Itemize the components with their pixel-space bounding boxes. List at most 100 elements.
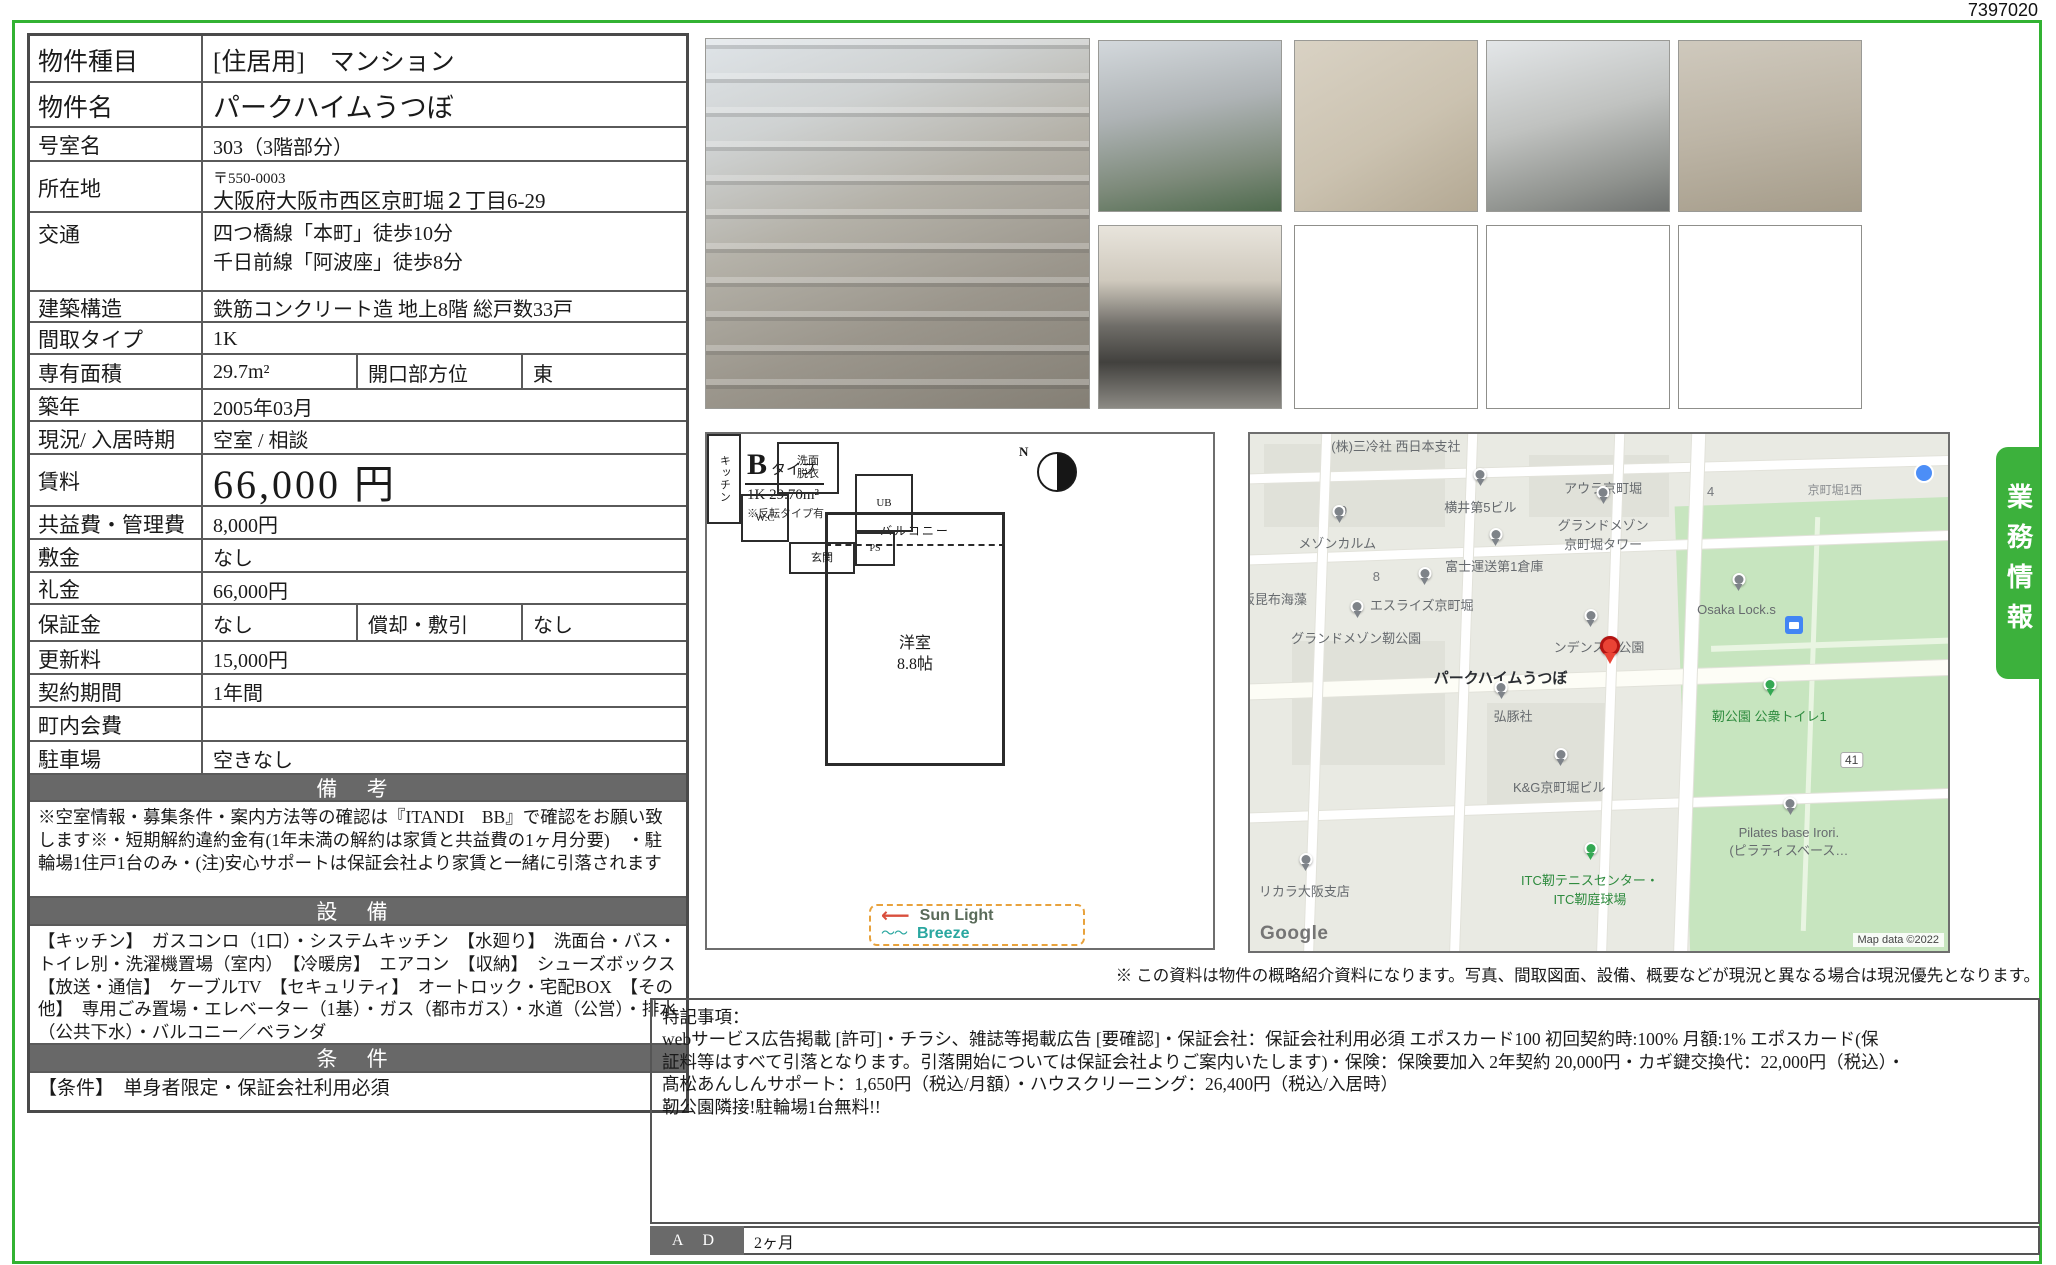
remarks-text: ※空室情報・募集条件・案内方法等の確認は『ITANDI BB』で確認をお願い致し… [30, 800, 686, 896]
floorplan-type-letter: B [747, 448, 767, 481]
floorplan-balcony: バルコニー [825, 512, 1005, 546]
row-label: 号室名 [30, 128, 203, 160]
map-label: 弘豚社 [1494, 706, 1533, 725]
guarantee-value: なし [203, 605, 358, 640]
map-label: グランドメゾン靭公園 [1291, 628, 1421, 647]
table-row-property-type: 物件種目 [住居用] マンション [30, 36, 686, 81]
amortization-value: なし [523, 605, 686, 640]
row-label: 物件名 [30, 83, 203, 126]
special-notes-line: 靭公園隣接!駐輪場1台無料!! [662, 1096, 2028, 1118]
property-location-pin [1600, 636, 1620, 664]
row-label: 賃料 [30, 455, 203, 505]
row-label: 現況/ 入居時期 [30, 422, 203, 453]
photo-placeholder-empty [1294, 225, 1478, 409]
map-pin [1495, 681, 1508, 699]
transit-station-icon [1785, 616, 1803, 634]
google-map[interactable]: (株)三冷社 西日本支社アウラ京町堀4京町堀1西9横井第5ビルグランドメゾン 京… [1248, 432, 1950, 953]
row-label: 物件種目 [30, 36, 203, 81]
opening-direction-label: 開口部方位 [358, 355, 523, 388]
map-pin [1299, 853, 1312, 871]
row-value: [住居用] マンション [203, 36, 686, 81]
ad-value: 2ヶ月 [744, 1226, 2040, 1255]
room-label: 洋室 8.8帖 [828, 634, 1002, 676]
photo-building-side [1098, 40, 1282, 212]
photo-placeholder-empty [1486, 225, 1670, 409]
address-line: 大阪府大阪市西区京町堀２丁目6-29 [213, 189, 546, 213]
row-value: 66,000円 [203, 573, 686, 603]
map-poi-icon [1914, 463, 1934, 483]
map-pin [1597, 486, 1610, 504]
breeze-wave-icon: 〜〜 [881, 928, 907, 939]
table-row-address: 所在地 〒550-0003 大阪府大阪市西区京町堀２丁目6-29 [30, 160, 686, 211]
table-row-room-no: 号室名 303（3階部分） [30, 126, 686, 160]
floorplan-main-room: 洋室 8.8帖 [825, 546, 1005, 766]
map-pin [1418, 567, 1431, 585]
table-row-area: 専有面積 29.7m² 開口部方位 東 [30, 353, 686, 388]
floorplan-wc: W.C [741, 494, 789, 542]
photo-name-plaque [1294, 40, 1478, 212]
map-pin [1474, 468, 1487, 486]
row-value: なし [203, 540, 686, 571]
photo-entrance-hall [1098, 225, 1282, 409]
map-pin [1554, 748, 1567, 766]
rent-value: 66,000 円 [203, 455, 686, 505]
floorplan-unit-bath: UB [855, 474, 913, 532]
map-label: K&G京町堀ビル [1513, 777, 1605, 796]
map-label: リカラ大阪支店 [1259, 881, 1350, 900]
map-pin [1732, 573, 1745, 591]
equipment-text: 【キッチン】 ガスコンロ（1口）・システムキッチン 【水廻り】 洗面台・バス・ト… [30, 924, 686, 1043]
floorplan-pipe-space: PS [855, 532, 895, 566]
map-building-block [1264, 444, 1445, 527]
row-value: 1K [203, 323, 686, 353]
special-notes-line: 証料等はすべて引落となります。引落開始については保証会社よりご案内いたします)・… [662, 1051, 2028, 1073]
photo-street-view [1486, 40, 1670, 212]
business-info-tab[interactable]: 業務情報 [1996, 447, 2040, 679]
map-label: 阪昆布海藻 [1248, 589, 1307, 608]
transport-value: 四つ橋線「本町」徒歩10分 千日前線「阿波座」徒歩8分 [203, 213, 686, 290]
special-notes-line: 髙松あんしんサポート：1,650円（税込/月額）・ハウスクリーニング：26,40… [662, 1073, 2028, 1095]
map-label: エスライズ京町堀 [1370, 595, 1474, 614]
ad-row: A D 2ヶ月 [650, 1226, 2040, 1255]
map-label: ITC靭テニスセンター・ ITC靭庭球場 [1521, 870, 1659, 908]
map-pin [1584, 842, 1597, 860]
photo-placeholder-empty [1678, 225, 1862, 409]
row-value: 15,000円 [203, 642, 686, 673]
property-spec-table: 物件種目 [住居用] マンション 物件名 パークハイムうつぼ 号室名 303（3… [27, 33, 689, 1113]
reference-number: 7397020 [1968, 0, 2038, 21]
compass-icon [1037, 452, 1077, 492]
floorplan-entrance: 玄関 [789, 542, 855, 574]
map-label: 靭公園 公衆トイレ1 [1712, 706, 1827, 725]
row-label: 駐車場 [30, 742, 203, 773]
map-label: Osaka Lock.s [1697, 602, 1776, 617]
table-row-renewal-fee: 更新料 15,000円 [30, 640, 686, 673]
special-notes-title: 特記事項： [662, 1006, 2028, 1028]
row-value: 空室 / 相談 [203, 422, 686, 453]
row-label: 礼金 [30, 573, 203, 603]
compass-north-label: N [1019, 444, 1028, 460]
row-label: 町内会費 [30, 708, 203, 740]
row-label: 更新料 [30, 642, 203, 673]
row-value: 1年間 [203, 675, 686, 706]
row-label: 敷金 [30, 540, 203, 571]
map-pin [1584, 609, 1597, 627]
amortization-label: 償却・敷引 [358, 605, 523, 640]
table-row-property-name: 物件名 パークハイムうつぼ [30, 81, 686, 126]
disclaimer-note: ※ この資料は物件の概略紹介資料になります。写真、間取図面、設備、概要などが現況… [860, 962, 2040, 986]
row-value: 2005年03月 [203, 390, 686, 420]
postal-code: 〒550-0003 [213, 171, 286, 187]
special-notes-lines: webサービス広告掲載 [許可]・チラシ、雑誌等掲載広告 [要確認]・保証会社：… [662, 1028, 2028, 1118]
table-row-mgmt-fee: 共益費・管理費 8,000円 [30, 505, 686, 538]
map-label: Pilates base Irori. (ピラティスベース… [1729, 825, 1848, 859]
table-row-contract-term: 契約期間 1年間 [30, 673, 686, 706]
breeze-label: Breeze [917, 925, 969, 943]
map-label: メゾンカルム [1298, 533, 1376, 552]
table-row-transport: 交通 四つ橋線「本町」徒歩10分 千日前線「阿波座」徒歩8分 [30, 211, 686, 290]
row-label: 築年 [30, 390, 203, 420]
row-value: 8,000円 [203, 507, 686, 538]
table-row-structure: 建築構造 鉄筋コンクリート造 地上8階 総戸数33戸 [30, 290, 686, 321]
special-notes-line: webサービス広告掲載 [許可]・チラシ、雑誌等掲載広告 [要確認]・保証会社：… [662, 1028, 2028, 1050]
map-label: 横井第5ビル [1444, 497, 1516, 516]
map-label: 8 [1373, 569, 1380, 584]
photo-building-exterior [705, 38, 1090, 409]
row-label: 交通 [30, 213, 203, 290]
